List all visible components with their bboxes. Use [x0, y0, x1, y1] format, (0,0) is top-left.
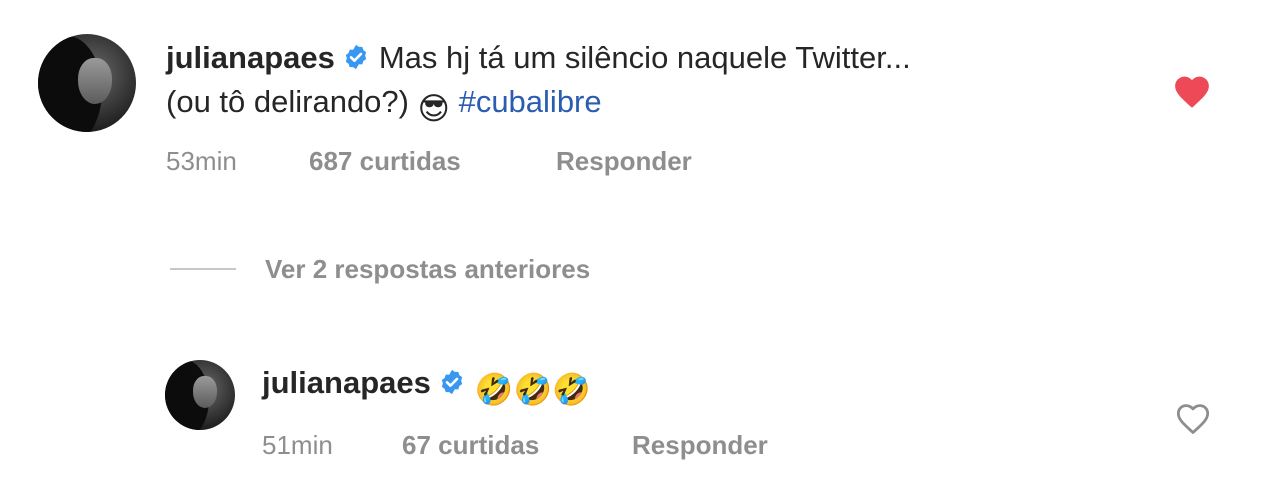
reply-button[interactable]: Responder	[632, 430, 768, 461]
verified-badge-icon	[441, 369, 463, 395]
reply-text-line: julianapaes 🤣🤣🤣	[262, 361, 591, 412]
comment-text-line-2: (ou tô delirando?) 😎 #cubalibre	[166, 80, 602, 131]
avatar-face	[193, 376, 217, 408]
reply-username[interactable]: julianapaes	[262, 365, 431, 400]
comment-text-line-1: julianapaes Mas hj tá um silêncio naquele…	[166, 36, 911, 80]
heart-outline-icon[interactable]	[1174, 401, 1212, 435]
comment-username[interactable]: julianapaes	[166, 40, 335, 75]
comment-likes[interactable]: 687 curtidas	[309, 146, 461, 177]
heart-filled-icon[interactable]	[1172, 73, 1212, 109]
comment-text-continued: (ou tô delirando?)	[166, 84, 409, 119]
reply-time: 51min	[262, 430, 333, 460]
avatar[interactable]	[38, 34, 136, 132]
reply-button[interactable]: Responder	[556, 146, 692, 177]
hashtag-link[interactable]: #cubalibre	[459, 84, 602, 119]
reply-likes[interactable]: 67 curtidas	[402, 430, 539, 461]
verified-badge-icon	[345, 44, 367, 70]
view-replies-button[interactable]: Ver 2 respostas anteriores	[265, 254, 590, 285]
laughing-emojis: 🤣🤣🤣	[474, 372, 591, 407]
replies-divider	[170, 268, 236, 270]
avatar[interactable]	[165, 360, 235, 430]
avatar-face	[78, 58, 112, 104]
comment-time: 53min	[166, 146, 237, 176]
comment-text: Mas hj tá um silêncio naquele Twitter...	[378, 40, 911, 75]
sunglasses-emoji: 😎	[417, 91, 450, 126]
